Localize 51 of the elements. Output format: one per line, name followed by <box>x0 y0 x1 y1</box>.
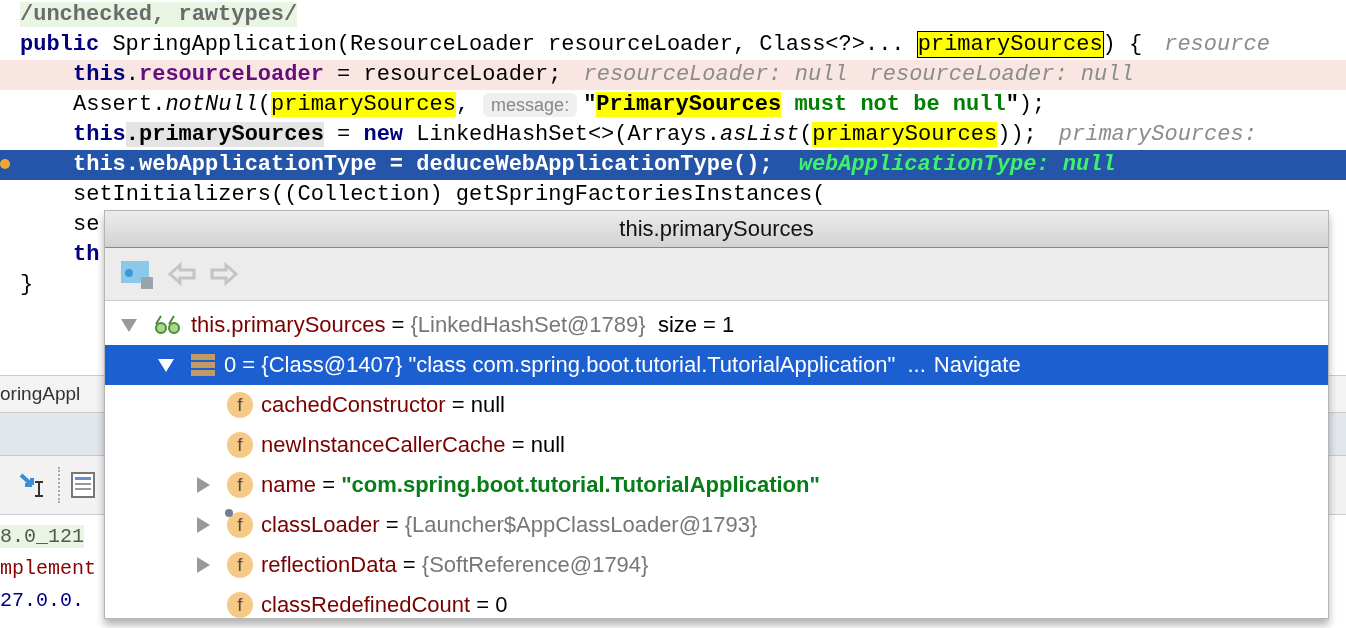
tree-row[interactable]: f classRedefinedCount = 0 <box>105 585 1328 625</box>
code-text: this.primarySources = new LinkedHashSet<>(Arrays.asList(primarySources)); <box>73 121 1037 149</box>
tree-node-text: reflectionData = {SoftReference@1794} <box>261 552 649 578</box>
tree-node-text: this.primarySources = {LinkedHashSet@1789} size = 1 <box>191 312 735 338</box>
field-icon: f <box>227 592 253 618</box>
field-icon: f <box>227 552 253 578</box>
breakpoint-icon[interactable] <box>0 159 10 169</box>
tree-node-text: 0 = {Class@1407} "class com.spring.boot.tutorial.TutorialApplication" ... <box>224 352 926 378</box>
console-text: mplement <box>0 557 96 580</box>
tree-row[interactable]: f newInstanceCallerCache = null <box>105 425 1328 465</box>
console-text: 8.0_121 <box>0 525 84 548</box>
code-text: this.resourceLoader = resourceLoader; <box>73 61 562 89</box>
stack-icon <box>190 353 216 377</box>
popup-title: this.primarySources <box>619 216 814 242</box>
code-text: setInitializers((Collection) getSpringFactoriesInstances( <box>73 181 826 209</box>
code-text: th <box>73 241 100 269</box>
field-icon: f <box>227 472 253 498</box>
code-text: "PrimarySources must not be null"); <box>583 91 1046 119</box>
code-text: Assert.notNull(primarySources, <box>73 91 470 119</box>
tree-row[interactable]: f classLoader = {Launcher$AppClassLoader@1793} <box>105 505 1328 545</box>
tree-row[interactable]: f reflectionData = {SoftReference@1794} <box>105 545 1328 585</box>
glasses-icon <box>153 314 183 336</box>
field-icon: f <box>227 512 253 538</box>
tree-node-text: name = "com.spring.boot.tutorial.TutorialApplication" <box>261 472 820 498</box>
tree-row[interactable]: f name = "com.spring.boot.tutorial.TutorialApplication" <box>105 465 1328 505</box>
inline-hint: primarySources: <box>1058 121 1257 149</box>
breadcrumb-item[interactable]: oringAppl <box>0 383 81 405</box>
field-icon: f <box>227 432 253 458</box>
field-icon: f <box>227 392 253 418</box>
tree-node-text: classRedefinedCount = 0 <box>261 592 508 618</box>
console-text: 27.0.0. <box>0 589 84 612</box>
tree-row[interactable]: this.primarySources = {LinkedHashSet@1789} size = 1 <box>105 305 1328 345</box>
tree-node-text: newInstanceCallerCache = null <box>261 432 565 458</box>
code-text: } <box>20 271 34 299</box>
inline-hint: resource <box>1164 31 1270 59</box>
code-text: /unchecked, rawtypes/ <box>20 1 298 29</box>
tree-node-text: cachedConstructor = null <box>261 392 505 418</box>
debug-value: webApplicationType: null <box>798 151 1116 179</box>
parameter-hint: message: <box>483 93 578 117</box>
tree-row[interactable]: f cachedConstructor = null <box>105 385 1328 425</box>
code-text: public SpringApplication(ResourceLoader resourceLoader, Class<?>... primarySources) { <box>20 31 1143 59</box>
forward-arrow-icon[interactable] <box>209 261 239 287</box>
table-icon[interactable] <box>70 471 96 499</box>
navigate-link[interactable]: Navigate <box>933 352 1021 378</box>
tree-node-text: classLoader = {Launcher$AppClassLoader@1793} <box>261 512 758 538</box>
code-text: se <box>73 211 100 239</box>
back-arrow-icon[interactable] <box>167 261 197 287</box>
tree-row[interactable]: 0 = {Class@1407} "class com.spring.boot.tutorial.TutorialApplication" ... Navigate <box>105 345 1328 385</box>
code-text: this.webApplicationType = deduceWebApplicationType(); <box>73 151 773 179</box>
inline-hint: resourceLoader: null <box>583 61 848 89</box>
inline-hint: resourceLoader: null <box>869 61 1134 89</box>
